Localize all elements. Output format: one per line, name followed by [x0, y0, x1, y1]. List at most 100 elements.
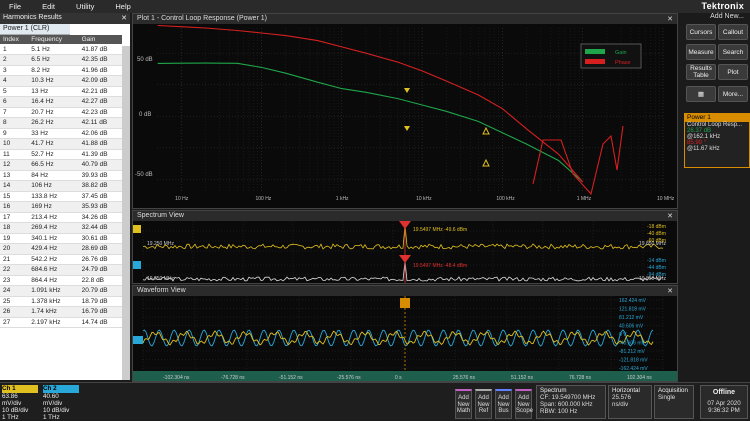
marker-icon[interactable]: [399, 221, 411, 229]
spectrum-trace[interactable]: 19.5497 MHz -49.6 dBm 19.5497 MHz -48.4 …: [133, 221, 677, 283]
ch2-marker-readout: 19.5497 MHz -48.4 dBm: [413, 263, 467, 269]
table-row[interactable]: 20 429.4 Hz 28.69 dB: [0, 243, 122, 255]
table-row[interactable]: 3 8.2 Hz 41.96 dB: [0, 65, 122, 76]
table-row[interactable]: 8 26.2 Hz 42.11 dB: [0, 117, 122, 129]
index-cell: 22: [0, 264, 29, 276]
gain-cell: 22.8 dB: [78, 275, 122, 286]
cursors-button[interactable]: Cursors: [686, 24, 716, 40]
voltage-tick-label: 121.818 mV: [619, 307, 647, 313]
gain-cell: 28.69 dB: [78, 243, 122, 255]
table-row[interactable]: 11 52.7 Hz 41.39 dB: [0, 149, 122, 160]
y-tick-label: 50 dB: [137, 57, 153, 63]
close-icon[interactable]: ✕: [667, 212, 673, 220]
spectrum-settings[interactable]: Spectrum CF: 19.549700 MHz Span: 600.000…: [536, 385, 606, 419]
ch2-indicator[interactable]: [133, 336, 143, 344]
close-icon[interactable]: ✕: [667, 287, 673, 295]
add-new-button[interactable]: Add New...: [684, 13, 744, 20]
x-tick-label: 10 Hz: [175, 196, 189, 202]
callout-button[interactable]: Callout: [718, 24, 748, 40]
frequency-cell: 5.1 Hz: [28, 44, 79, 55]
col-frequency[interactable]: Frequency: [28, 35, 79, 44]
table-row[interactable]: 25 1.378 kHz 18.79 dB: [0, 296, 122, 307]
marker-icon[interactable]: [399, 255, 411, 263]
plot-panel: Plot 1 - Control Loop Response (Power 1)…: [132, 13, 678, 209]
plot-button[interactable]: Plot: [718, 64, 748, 80]
results-table-button[interactable]: Results Table: [686, 64, 716, 80]
add-new-math-button[interactable]: Add New Math: [455, 389, 472, 419]
table-row[interactable]: 15 133.8 Hz 37.45 dB: [0, 191, 122, 202]
table-row[interactable]: 23 864.4 Hz 22.8 dB: [0, 275, 122, 286]
table-row[interactable]: 18 269.4 Hz 32.44 dB: [0, 222, 122, 234]
frequency-cell: 2.197 kHz: [28, 317, 79, 328]
table-row[interactable]: 5 13 Hz 42.21 dB: [0, 86, 122, 97]
measure-button[interactable]: Measure: [686, 44, 716, 60]
table-row[interactable]: 2 6.5 Hz 42.35 dB: [0, 54, 122, 66]
frequency-cell: 269.4 Hz: [28, 222, 79, 234]
menu-file[interactable]: File: [9, 2, 21, 11]
table-row[interactable]: 4 10.3 Hz 42.09 dB: [0, 75, 122, 87]
table-row[interactable]: 13 84 Hz 39.93 dB: [0, 170, 122, 181]
grid-icon[interactable]: ▦: [686, 86, 716, 102]
ch1-scale: 63.86 mV/div: [2, 393, 22, 407]
index-cell: 2: [0, 54, 29, 66]
table-row[interactable]: 7 20.7 Hz 42.23 dB: [0, 107, 122, 118]
ch1-waveform-line: [142, 330, 654, 346]
ch1-badge[interactable]: Ch 1 63.86 mV/div 10 dB/div 1 THz: [0, 385, 38, 421]
ch2-indicator[interactable]: [133, 261, 141, 269]
table-row[interactable]: 22 684.6 Hz 24.79 dB: [0, 264, 122, 276]
marker-icon[interactable]: [404, 126, 410, 131]
ch1-indicator[interactable]: [133, 225, 141, 233]
search-button[interactable]: Search: [718, 44, 748, 60]
add-new-scope-button[interactable]: Add New Scope: [515, 389, 533, 419]
menu-help[interactable]: Help: [115, 2, 130, 11]
trigger-icon[interactable]: [400, 298, 410, 308]
table-row[interactable]: 27 2.197 kHz 14.74 dB: [0, 317, 122, 328]
harmonics-tab[interactable]: Power 1 (CLR): [0, 24, 70, 35]
menu-utility[interactable]: Utility: [76, 2, 94, 11]
acquisition-mode: Single: [658, 394, 676, 401]
bode-plot[interactable]: 50 dB 0 dB -50 dB 10 Hz 100 Hz 1 kHz 10 kHz…: [133, 24, 677, 208]
add-new-ref-button[interactable]: Add New Ref: [475, 389, 492, 419]
table-row[interactable]: 21 542.2 Hz 26.76 dB: [0, 254, 122, 265]
table-row[interactable]: 12 66.5 Hz 40.79 dB: [0, 159, 122, 171]
ch2-badge[interactable]: Ch 2 40.60 mV/div 10 dB/div 1 THz: [41, 385, 79, 421]
table-row[interactable]: 24 1.091 kHz 20.79 dB: [0, 285, 122, 297]
voltage-tick-label: -162.424 mV: [619, 366, 648, 372]
marker-icon[interactable]: [404, 88, 410, 93]
acquisition-settings[interactable]: Acquisition Single: [654, 385, 694, 419]
marker-icon[interactable]: [482, 126, 490, 135]
table-row[interactable]: 19 340.1 Hz 30.61 dB: [0, 233, 122, 244]
table-row[interactable]: 26 1.74 kHz 16.79 dB: [0, 306, 122, 318]
frequency-cell: 133.8 Hz: [28, 191, 79, 202]
waveform-trace[interactable]: -102.304 ns -76.728 ns -51.152 ns -25.576 n…: [133, 296, 677, 381]
col-gain[interactable]: Gain: [78, 35, 122, 44]
menu-edit[interactable]: Edit: [42, 2, 55, 11]
table-row[interactable]: 6 16.4 Hz 42.27 dB: [0, 96, 122, 108]
frequency-cell: 84 Hz: [28, 170, 79, 181]
frequency-cell: 6.5 Hz: [28, 54, 79, 66]
index-cell: 17: [0, 212, 29, 223]
horizontal-settings[interactable]: Horizontal 25.576 ns/div: [608, 385, 652, 419]
more-button[interactable]: More...: [718, 86, 748, 102]
status-offline: Offline: [712, 389, 736, 396]
col-index[interactable]: Index: [0, 35, 29, 44]
close-icon[interactable]: ✕: [121, 14, 127, 23]
table-row[interactable]: 10 41.7 Hz 41.88 dB: [0, 138, 122, 150]
index-cell: 12: [0, 159, 29, 171]
gain-cell: 42.21 dB: [78, 86, 122, 97]
close-icon[interactable]: ✕: [667, 15, 673, 23]
table-row[interactable]: 17 213.4 Hz 34.26 dB: [0, 212, 122, 223]
frequency-cell: 52.7 Hz: [28, 149, 79, 160]
table-row[interactable]: 9 33 Hz 42.06 dB: [0, 128, 122, 139]
voltage-tick-label: 81.212 mV: [619, 315, 644, 321]
ch2-scale: 10 dB/div: [43, 407, 70, 414]
gain-cell: 30.61 dB: [78, 233, 122, 244]
power-badge[interactable]: Power 1 Control Loop Resp... 26.37 dB @1…: [684, 113, 750, 168]
table-row[interactable]: 1 5.1 Hz 41.87 dB: [0, 44, 122, 55]
marker-icon[interactable]: [482, 158, 490, 167]
table-row[interactable]: 16 169 Hz 35.93 dB: [0, 201, 122, 213]
table-row[interactable]: 14 106 Hz 38.82 dB: [0, 180, 122, 192]
scrollbar[interactable]: [122, 46, 130, 380]
add-new-bus-button[interactable]: Add New Bus: [495, 389, 512, 419]
ch2-label: Ch 2: [43, 385, 79, 393]
